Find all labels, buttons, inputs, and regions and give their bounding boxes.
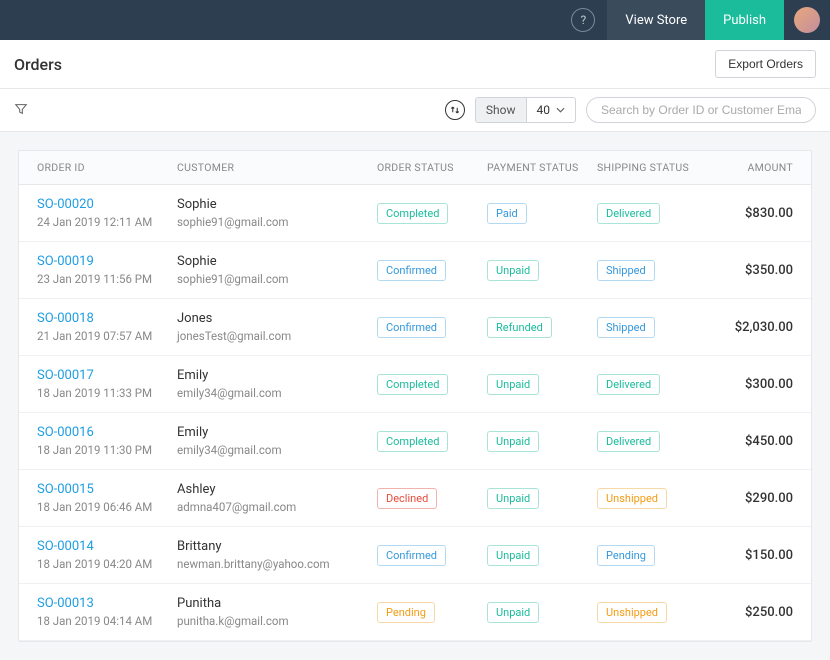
shipping-status-badge: Delivered bbox=[597, 374, 660, 395]
table-row: SO-00016 18 Jan 2019 11:30 PMEmily emily34… bbox=[19, 413, 811, 470]
order-id-link[interactable]: SO-00015 bbox=[37, 482, 177, 497]
order-status-badge: Declined bbox=[377, 488, 437, 509]
page-size-dropdown[interactable]: 40 bbox=[527, 98, 576, 122]
order-date: 18 Jan 2019 04:14 AM bbox=[37, 614, 177, 628]
customer-email: admna407@gmail.com bbox=[177, 500, 377, 514]
customer-email: sophie91@gmail.com bbox=[177, 272, 377, 286]
order-amount: $350.00 bbox=[707, 263, 793, 278]
payment-status-badge: Unpaid bbox=[487, 431, 539, 452]
customer-email: punitha.k@gmail.com bbox=[177, 614, 377, 628]
top-navbar: ? View Store Publish bbox=[0, 0, 830, 40]
customer-email: jonesTest@gmail.com bbox=[177, 329, 377, 343]
col-shipping-status: SHIPPING STATUS bbox=[597, 161, 707, 174]
order-amount: $830.00 bbox=[707, 206, 793, 221]
customer-email: emily34@gmail.com bbox=[177, 386, 377, 400]
view-store-button[interactable]: View Store bbox=[607, 0, 705, 40]
table-row: SO-00019 23 Jan 2019 11:56 PMSophie sophie… bbox=[19, 242, 811, 299]
table-row: SO-00020 24 Jan 2019 12:11 AMSophie sophie… bbox=[19, 185, 811, 242]
order-amount: $2,030.00 bbox=[707, 320, 793, 335]
shipping-status-badge: Pending bbox=[597, 545, 655, 566]
order-id-link[interactable]: SO-00018 bbox=[37, 311, 177, 326]
payment-status-badge: Unpaid bbox=[487, 260, 539, 281]
filter-icon[interactable] bbox=[14, 102, 30, 118]
order-id-link[interactable]: SO-00020 bbox=[37, 197, 177, 212]
col-amount: AMOUNT bbox=[707, 161, 793, 174]
order-amount: $450.00 bbox=[707, 434, 793, 449]
order-date: 18 Jan 2019 06:46 AM bbox=[37, 500, 177, 514]
customer-email: emily34@gmail.com bbox=[177, 443, 377, 457]
col-payment-status: PAYMENT STATUS bbox=[487, 161, 597, 174]
page-header: Orders Export Orders bbox=[0, 40, 830, 89]
table-row: SO-00018 21 Jan 2019 07:57 AMJones jonesTe… bbox=[19, 299, 811, 356]
publish-button[interactable]: Publish bbox=[705, 0, 784, 40]
table-row: SO-00017 18 Jan 2019 11:33 PMEmily emily34… bbox=[19, 356, 811, 413]
help-icon[interactable]: ? bbox=[571, 8, 595, 32]
toolbar: Show 40 bbox=[0, 89, 830, 132]
export-orders-button[interactable]: Export Orders bbox=[715, 50, 816, 78]
sort-icon[interactable] bbox=[445, 100, 465, 120]
shipping-status-badge: Unshipped bbox=[597, 488, 667, 509]
customer-email: sophie91@gmail.com bbox=[177, 215, 377, 229]
shipping-status-badge: Shipped bbox=[597, 317, 655, 338]
order-status-badge: Confirmed bbox=[377, 317, 446, 338]
col-order-id: ORDER ID bbox=[37, 161, 177, 174]
col-order-status: ORDER STATUS bbox=[377, 161, 487, 174]
order-status-badge: Confirmed bbox=[377, 260, 446, 281]
customer-name: Punitha bbox=[177, 596, 377, 611]
order-status-badge: Confirmed bbox=[377, 545, 446, 566]
search-input[interactable] bbox=[586, 97, 816, 123]
order-status-badge: Pending bbox=[377, 602, 435, 623]
customer-name: Emily bbox=[177, 425, 377, 440]
page-size-value: 40 bbox=[537, 103, 551, 117]
order-id-link[interactable]: SO-00017 bbox=[37, 368, 177, 383]
customer-name: Emily bbox=[177, 368, 377, 383]
order-id-link[interactable]: SO-00019 bbox=[37, 254, 177, 269]
order-date: 18 Jan 2019 04:20 AM bbox=[37, 557, 177, 571]
payment-status-badge: Unpaid bbox=[487, 545, 539, 566]
order-amount: $150.00 bbox=[707, 548, 793, 563]
order-date: 18 Jan 2019 11:33 PM bbox=[37, 386, 177, 400]
orders-table: ORDER ID CUSTOMER ORDER STATUS PAYMENT S… bbox=[18, 150, 812, 642]
order-id-link[interactable]: SO-00016 bbox=[37, 425, 177, 440]
table-row: SO-00015 18 Jan 2019 06:46 AMAshley admna4… bbox=[19, 470, 811, 527]
shipping-status-badge: Delivered bbox=[597, 203, 660, 224]
customer-email: newman.brittany@yahoo.com bbox=[177, 557, 377, 571]
customer-name: Sophie bbox=[177, 197, 377, 212]
payment-status-badge: Unpaid bbox=[487, 374, 539, 395]
payment-status-badge: Unpaid bbox=[487, 488, 539, 509]
order-status-badge: Completed bbox=[377, 203, 448, 224]
order-id-link[interactable]: SO-00013 bbox=[37, 596, 177, 611]
customer-name: Brittany bbox=[177, 539, 377, 554]
page-size-selector: Show 40 bbox=[475, 97, 576, 123]
order-status-badge: Completed bbox=[377, 431, 448, 452]
customer-name: Jones bbox=[177, 311, 377, 326]
customer-name: Sophie bbox=[177, 254, 377, 269]
table-header: ORDER ID CUSTOMER ORDER STATUS PAYMENT S… bbox=[19, 151, 811, 185]
order-amount: $250.00 bbox=[707, 605, 793, 620]
show-label: Show bbox=[476, 98, 527, 122]
order-amount: $290.00 bbox=[707, 491, 793, 506]
order-amount: $300.00 bbox=[707, 377, 793, 392]
table-row: SO-00013 18 Jan 2019 04:14 AMPunitha punit… bbox=[19, 584, 811, 641]
order-id-link[interactable]: SO-00014 bbox=[37, 539, 177, 554]
payment-status-badge: Refunded bbox=[487, 317, 552, 338]
order-date: 23 Jan 2019 11:56 PM bbox=[37, 272, 177, 286]
shipping-status-badge: Delivered bbox=[597, 431, 660, 452]
table-row: SO-00014 18 Jan 2019 04:20 AMBrittany newm… bbox=[19, 527, 811, 584]
customer-name: Ashley bbox=[177, 482, 377, 497]
shipping-status-badge: Unshipped bbox=[597, 602, 667, 623]
payment-status-badge: Unpaid bbox=[487, 602, 539, 623]
order-date: 24 Jan 2019 12:11 AM bbox=[37, 215, 177, 229]
col-customer: CUSTOMER bbox=[177, 161, 377, 174]
order-date: 18 Jan 2019 11:30 PM bbox=[37, 443, 177, 457]
order-date: 21 Jan 2019 07:57 AM bbox=[37, 329, 177, 343]
avatar[interactable] bbox=[794, 7, 820, 33]
shipping-status-badge: Shipped bbox=[597, 260, 655, 281]
page-title: Orders bbox=[14, 55, 62, 74]
payment-status-badge: Paid bbox=[487, 203, 527, 224]
chevron-down-icon bbox=[556, 107, 565, 113]
order-status-badge: Completed bbox=[377, 374, 448, 395]
